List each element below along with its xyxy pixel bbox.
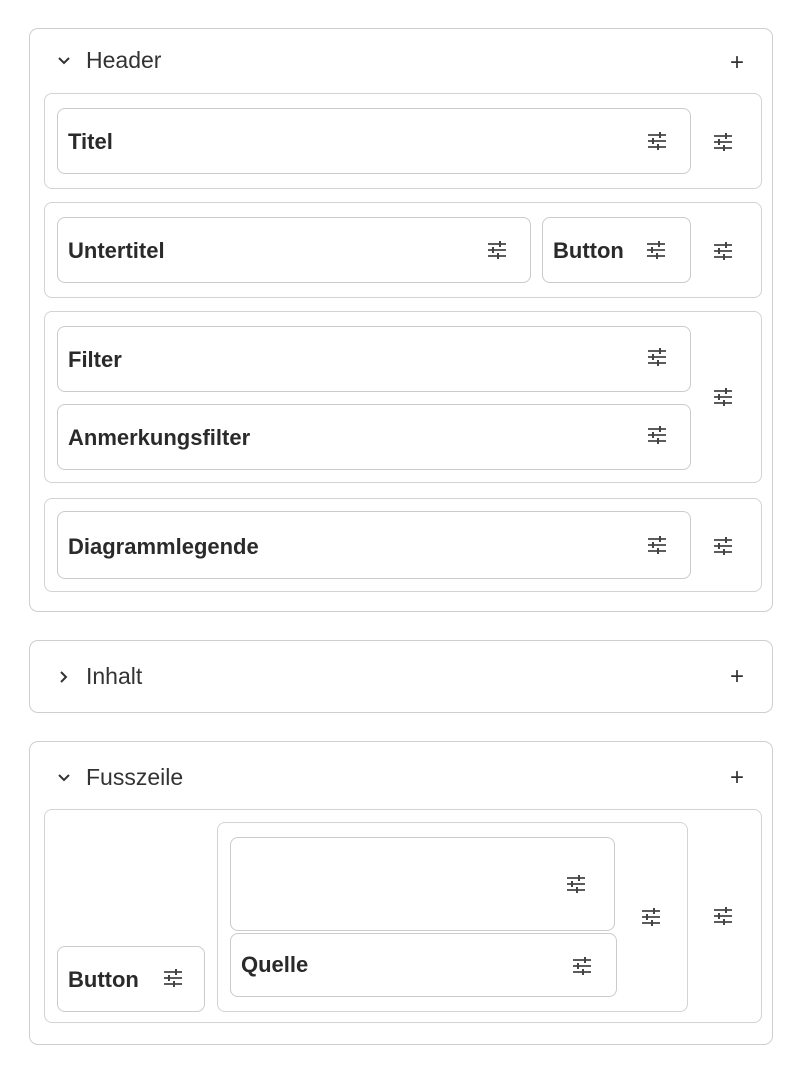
add-inhalt-item-button[interactable]: + [726,665,748,689]
add-fusszeile-item-button[interactable]: + [726,766,748,790]
titel-field[interactable]: Titel [57,108,691,174]
fusszeile-section: Fusszeile + Button Quelle [29,741,773,1045]
inhalt-section-toggle[interactable]: Inhalt [56,663,142,690]
add-header-item-button[interactable]: + [726,51,748,75]
header-row-diagrammlegende: Diagrammlegende [44,498,762,592]
row-filter-settings-icon[interactable] [712,387,734,407]
header-button-field[interactable]: Button [542,217,691,283]
footer-row-settings-icon[interactable] [712,906,734,926]
filter-field[interactable]: Filter [57,326,691,392]
header-section-title: Header [86,47,162,73]
quelle-field[interactable]: Quelle [230,933,617,997]
chevron-right-icon [60,670,68,683]
untertitel-settings-icon[interactable] [486,240,508,260]
header-row-untertitel: Untertitel Button [44,202,762,298]
titel-label: Titel [68,129,113,154]
header-row-titel: Titel [44,93,762,189]
footer-empty-settings-icon[interactable] [565,874,587,894]
filter-label: Filter [68,347,122,372]
inhalt-section: Inhalt + [29,640,773,713]
footer-empty-field[interactable] [230,837,615,931]
fusszeile-section-title: Fusszeile [86,764,184,790]
row-diagrammlegende-settings-icon[interactable] [712,536,734,556]
diagrammlegende-field[interactable]: Diagrammlegende [57,511,691,579]
header-row-filter: Filter Anmerkungsfilter [44,311,762,483]
filter-settings-icon[interactable] [646,347,668,367]
quelle-settings-icon[interactable] [571,956,593,976]
footer-button-field[interactable]: Button [57,946,205,1012]
anmerkungsfilter-settings-icon[interactable] [646,425,668,445]
header-section: Header + Titel Untertitel Button Filter … [29,28,773,612]
inhalt-section-title: Inhalt [86,663,143,689]
quelle-label: Quelle [241,952,309,977]
chevron-down-icon [58,773,70,781]
fusszeile-section-toggle[interactable]: Fusszeile [56,764,183,791]
footer-nested-group: Quelle [217,822,688,1012]
diagrammlegende-label: Diagrammlegende [68,534,259,559]
untertitel-field[interactable]: Untertitel [57,217,531,283]
anmerkungsfilter-field[interactable]: Anmerkungsfilter [57,404,691,470]
row-untertitel-settings-icon[interactable] [712,241,734,261]
footer-button-settings-icon[interactable] [162,968,184,988]
footer-row: Button Quelle [44,809,762,1023]
nested-group-settings-icon[interactable] [640,907,662,927]
untertitel-label: Untertitel [68,238,165,263]
titel-settings-icon[interactable] [646,131,668,151]
row-titel-settings-icon[interactable] [712,132,734,152]
anmerkungsfilter-label: Anmerkungsfilter [68,425,251,450]
diagrammlegende-settings-icon[interactable] [646,535,668,555]
header-button-label: Button [553,238,624,263]
header-button-settings-icon[interactable] [645,240,667,260]
chevron-down-icon [58,56,70,64]
header-section-toggle[interactable]: Header [56,47,161,74]
footer-button-label: Button [68,967,139,992]
